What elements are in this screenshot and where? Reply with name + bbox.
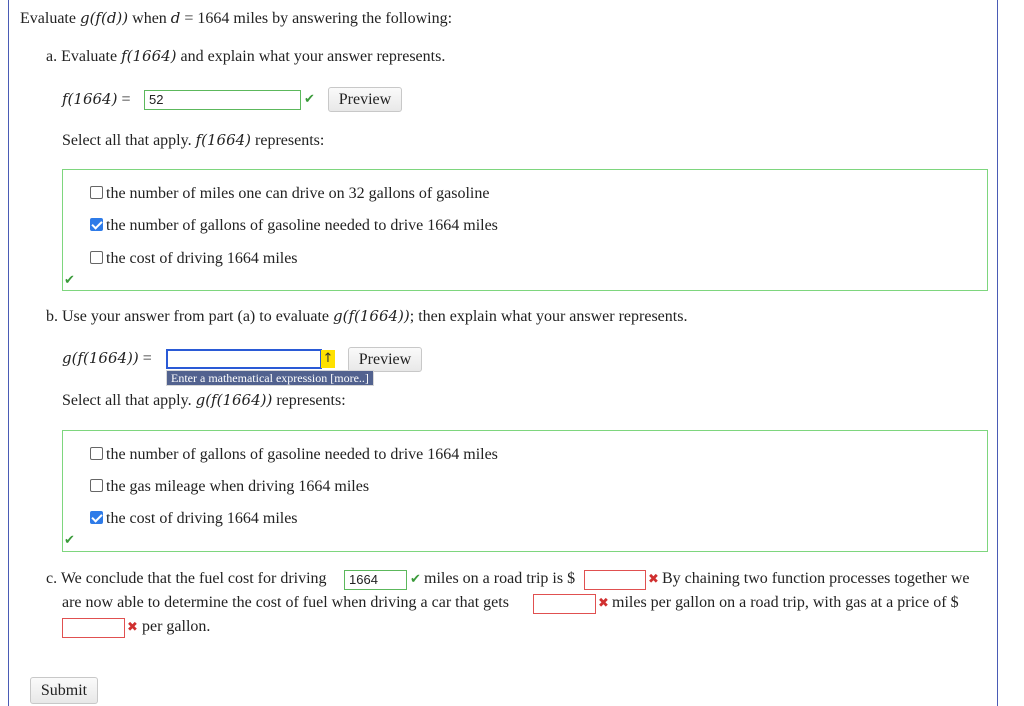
- warning-icon: ↑: [321, 350, 335, 368]
- part-b-answer-input[interactable]: [166, 349, 322, 369]
- x-icon: ✖: [127, 620, 138, 635]
- part-c-price-input[interactable]: [62, 618, 125, 638]
- submit-button[interactable]: Submit: [30, 677, 98, 704]
- part-a-lhs: f(1664) =: [62, 90, 131, 108]
- check-icon: ✔: [64, 533, 75, 548]
- part-c-text-1: c. We conclude that the fuel cost for dr…: [46, 570, 327, 587]
- part-c-cost-input[interactable]: [584, 570, 646, 590]
- part-a-option-2[interactable]: the number of gallons of gasoline needed…: [90, 217, 498, 235]
- checkbox-checked[interactable]: [90, 511, 103, 524]
- input-hint-tooltip[interactable]: Enter a mathematical expression [more..]: [166, 370, 374, 386]
- checkbox[interactable]: [90, 251, 103, 264]
- part-b-option-1[interactable]: the number of gallons of gasoline needed…: [90, 446, 498, 464]
- x-icon: ✖: [648, 572, 659, 587]
- checkbox[interactable]: [90, 186, 103, 199]
- part-a-option-3[interactable]: the cost of driving 1664 miles: [90, 250, 298, 268]
- part-c-text-4: are now able to determine the cost of fu…: [62, 594, 509, 611]
- part-a-select-prompt: Select all that apply. f(1664) represent…: [62, 131, 325, 149]
- problem-intro: Evaluate g(f(d)) when d = 1664 miles by …: [20, 9, 453, 27]
- part-a-answer-input[interactable]: 52: [144, 90, 301, 110]
- check-icon: ✔: [304, 92, 315, 107]
- check-icon: ✔: [410, 572, 421, 587]
- x-icon: ✖: [598, 596, 609, 611]
- part-c-text-2: miles on a road trip is $: [424, 570, 576, 587]
- part-a-heading: a. Evaluate f(1664) and explain what you…: [46, 47, 446, 65]
- part-c-miles-input[interactable]: 1664: [344, 570, 407, 590]
- part-a-preview-button[interactable]: Preview: [328, 87, 402, 112]
- part-b-option-2[interactable]: the gas mileage when driving 1664 miles: [90, 478, 369, 496]
- checkbox-checked[interactable]: [90, 218, 103, 231]
- part-b-select-prompt: Select all that apply. g(f(1664)) repres…: [62, 391, 346, 409]
- part-b-lhs: g(f(1664)) =: [62, 349, 152, 367]
- checkbox[interactable]: [90, 479, 103, 492]
- checkbox[interactable]: [90, 447, 103, 460]
- check-icon: ✔: [64, 273, 75, 288]
- part-c-text-6: per gallon.: [142, 618, 211, 635]
- part-c-mpg-input[interactable]: [533, 594, 596, 614]
- part-b-heading: b. Use your answer from part (a) to eval…: [46, 307, 688, 325]
- part-c-text-5: miles per gallon on a road trip, with ga…: [612, 594, 959, 611]
- part-c-text-3: By chaining two function processes toget…: [662, 570, 970, 587]
- part-a-option-1[interactable]: the number of miles one can drive on 32 …: [90, 185, 489, 203]
- part-b-preview-button[interactable]: Preview: [348, 347, 422, 372]
- part-b-option-3[interactable]: the cost of driving 1664 miles: [90, 510, 298, 528]
